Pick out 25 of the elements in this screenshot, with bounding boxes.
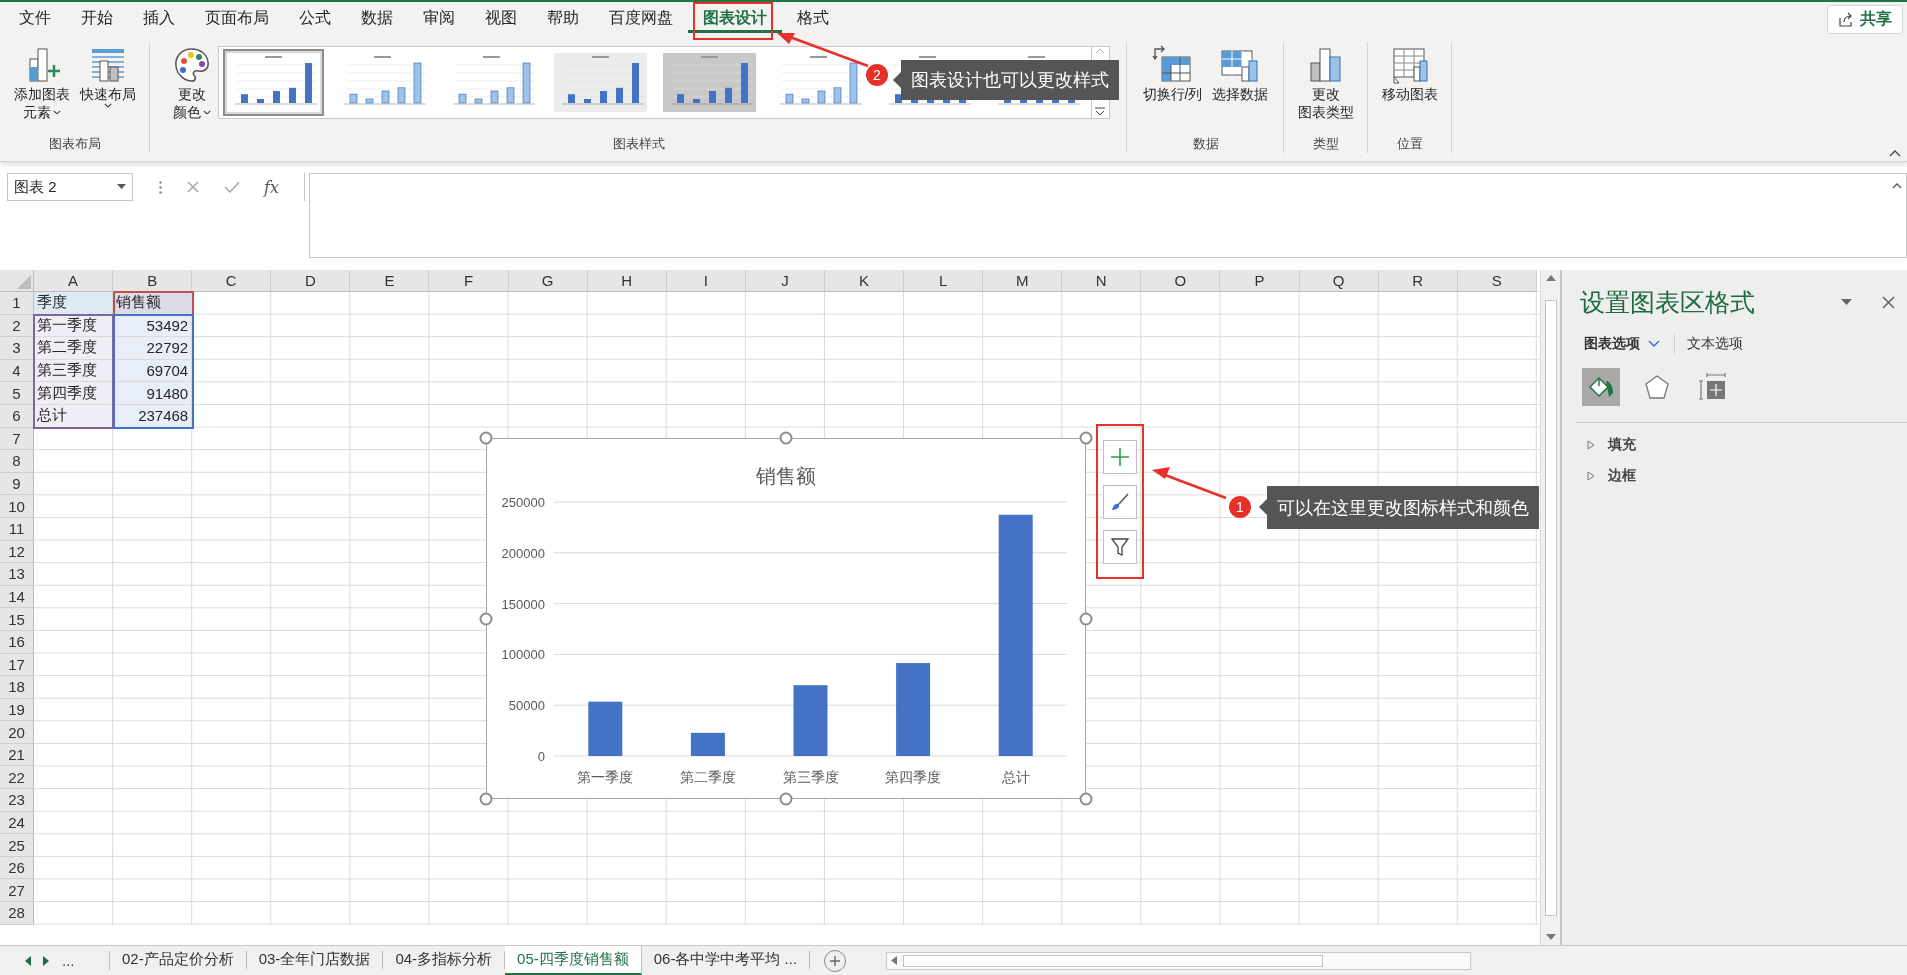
table-cell: 91480 (113, 382, 193, 405)
axis-label: 200000 (501, 545, 545, 561)
chart-title: 销售额 (756, 465, 816, 487)
callout-tooltip: 可以在这里更改图标样式和颜色 (1267, 486, 1539, 529)
callout-tooltip: 图表设计也可以更改样式 (901, 60, 1119, 100)
group-label: 类型 (1313, 135, 1339, 153)
group-label: 数据 (1192, 135, 1219, 153)
axis-label: 总计 (1001, 769, 1030, 785)
axis-label: 50000 (508, 698, 545, 714)
axis-label: 第三季度 (782, 769, 839, 785)
group-label: 位置 (1397, 135, 1423, 153)
axis-label: 第四季度 (885, 769, 942, 785)
axis-label: 第二季度 (679, 769, 736, 785)
axis-label: 150000 (501, 596, 545, 612)
group-label: 图表布局 (49, 135, 101, 153)
table-cell: 第四季度 (34, 382, 114, 405)
axis-label: 100000 (501, 647, 545, 663)
table-cell: 22792 (113, 337, 193, 360)
group-label: 图表样式 (612, 135, 665, 153)
table-cell: 第二季度 (34, 337, 114, 360)
axis-label: 250000 (501, 495, 545, 510)
axis-label: 0 (537, 749, 545, 764)
pane-title: 设置图表区格式 (1580, 286, 1756, 318)
table-cell: 季度 (34, 292, 114, 315)
axis-label: 第一季度 (577, 769, 634, 785)
